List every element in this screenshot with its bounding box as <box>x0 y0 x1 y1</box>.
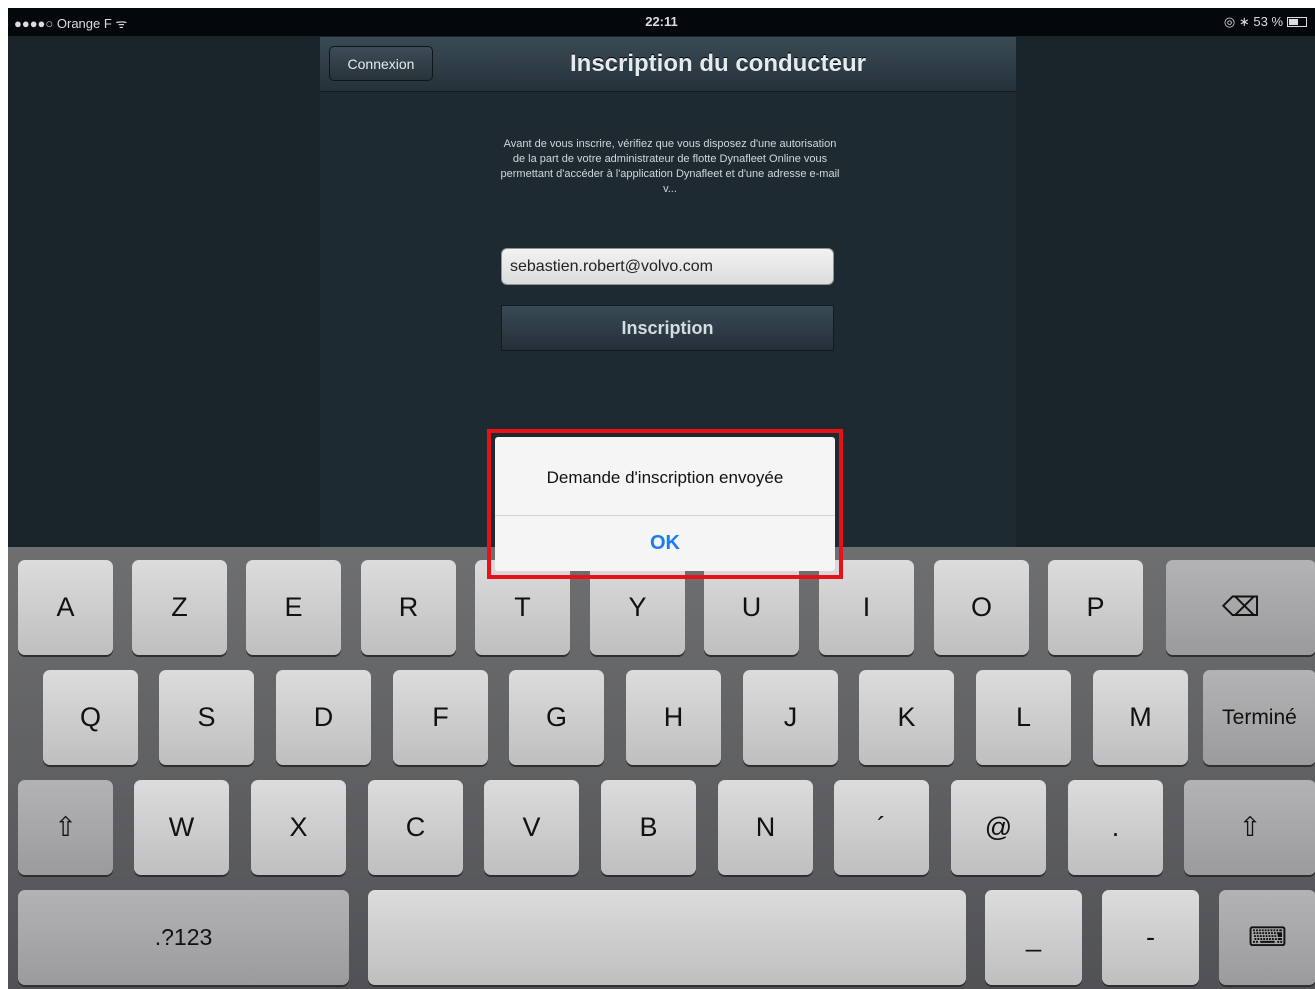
key-label: O <box>970 592 992 622</box>
key-l[interactable]: L <box>976 670 1071 765</box>
key-k[interactable]: K <box>859 670 954 765</box>
email-field[interactable]: sebastien.robert@volvo.com <box>501 248 834 285</box>
shift-icon: ⇧ <box>1238 812 1262 842</box>
key-c[interactable]: C <box>368 780 463 875</box>
key-d[interactable]: D <box>276 670 371 765</box>
key-e[interactable]: E <box>246 560 341 655</box>
key-o[interactable]: O <box>934 560 1029 655</box>
done-label: Terminé <box>1222 706 1297 729</box>
shift-right-key[interactable]: ⇧ <box>1184 780 1315 875</box>
numbers-label: .?123 <box>154 924 213 950</box>
key-label: _ <box>1025 922 1042 952</box>
clock: 22:11 <box>645 14 678 29</box>
battery-icon <box>1287 17 1307 27</box>
key-label: - <box>1146 922 1155 952</box>
key-period[interactable]: . <box>1068 780 1163 875</box>
alert-highlight-box <box>487 429 843 579</box>
battery-status: ◎ ∗ 53 % <box>1224 14 1307 30</box>
key-label: B <box>639 812 658 842</box>
key-at[interactable]: @ <box>951 780 1046 875</box>
onscreen-keyboard: A Z E R T Y U I O P ⌫ Q S D F G H J K L … <box>8 547 1315 989</box>
key-w[interactable]: W <box>134 780 229 875</box>
key-z[interactable]: Z <box>132 560 227 655</box>
key-x[interactable]: X <box>251 780 346 875</box>
key-r[interactable]: R <box>361 560 456 655</box>
key-underscore[interactable]: _ <box>985 890 1082 985</box>
done-key[interactable]: Terminé <box>1203 670 1315 765</box>
key-label: M <box>1129 702 1152 732</box>
hide-keyboard-icon: ⌨ <box>1248 922 1287 952</box>
page-title: Inscription du conducteur <box>569 50 866 77</box>
key-label: D <box>313 702 334 732</box>
key-label: X <box>289 812 308 842</box>
shift-icon: ⇧ <box>54 812 77 842</box>
key-accent[interactable]: ´ <box>834 780 929 875</box>
inscription-button[interactable]: Inscription <box>501 305 834 351</box>
key-v[interactable]: V <box>484 780 579 875</box>
key-label: A <box>56 592 75 622</box>
key-label: L <box>1015 702 1032 732</box>
key-p[interactable]: P <box>1048 560 1143 655</box>
key-label: Z <box>171 592 188 622</box>
key-label: E <box>284 592 303 622</box>
numbers-key[interactable]: .?123 <box>18 890 349 985</box>
key-h[interactable]: H <box>626 670 721 765</box>
key-label: C <box>405 812 426 842</box>
key-label: G <box>545 702 567 732</box>
status-bar: ●●●●○ Orange F ᯤ 22:11 ◎ ∗ 53 % <box>8 8 1315 36</box>
space-key[interactable] <box>368 890 966 985</box>
key-label: F <box>432 702 449 732</box>
backspace-icon: ⌫ <box>1221 592 1261 622</box>
key-f[interactable]: F <box>393 670 488 765</box>
key-g[interactable]: G <box>509 670 604 765</box>
key-label: K <box>897 702 916 732</box>
key-label: @ <box>984 812 1013 842</box>
key-j[interactable]: J <box>743 670 838 765</box>
key-label: W <box>168 812 195 842</box>
connexion-button[interactable]: Connexion <box>329 46 433 81</box>
key-label: P <box>1086 592 1105 622</box>
key-label: R <box>398 592 419 622</box>
key-label: V <box>522 812 541 842</box>
backspace-key[interactable]: ⌫ <box>1166 560 1315 655</box>
key-q[interactable]: Q <box>43 670 138 765</box>
key-label: N <box>755 812 776 842</box>
key-s[interactable]: S <box>159 670 254 765</box>
shift-left-key[interactable]: ⇧ <box>18 780 113 875</box>
navigation-bar: Connexion Inscription du conducteur <box>320 37 1016 92</box>
hide-keyboard-key[interactable]: ⌨ <box>1219 890 1315 985</box>
key-n[interactable]: N <box>718 780 813 875</box>
key-label: . <box>1111 812 1120 842</box>
key-label: S <box>197 702 216 732</box>
key-label: Q <box>79 702 101 732</box>
key-label: ´ <box>877 812 886 842</box>
intro-text: Avant de vous inscrire, vérifiez que vou… <box>500 138 840 195</box>
key-label: H <box>663 702 684 732</box>
key-label: J <box>783 702 798 732</box>
key-dash[interactable]: - <box>1102 890 1199 985</box>
battery-percent: ◎ ∗ 53 % <box>1223 14 1283 29</box>
key-m[interactable]: M <box>1093 670 1188 765</box>
key-b[interactable]: B <box>601 780 696 875</box>
key-a[interactable]: A <box>18 560 113 655</box>
